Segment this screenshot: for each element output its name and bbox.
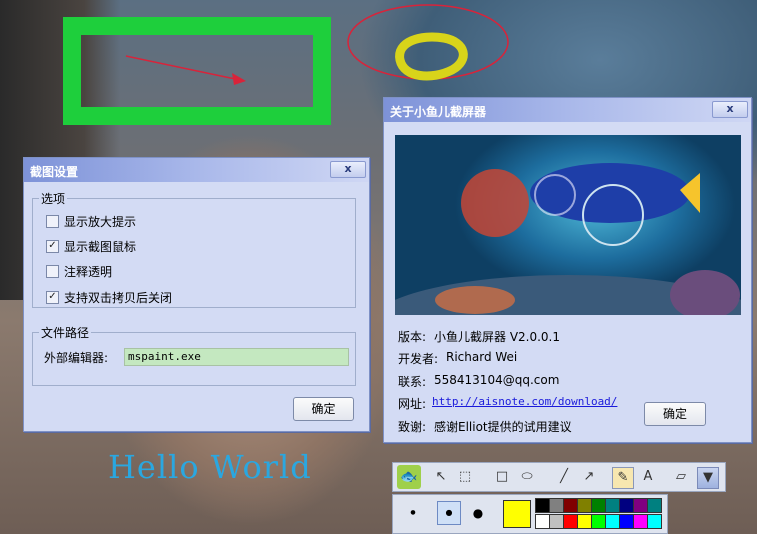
editor-path-input[interactable]: mspaint.exe — [124, 348, 349, 366]
editor-label: 外部编辑器: — [44, 351, 109, 365]
option-label-show-cursor: 显示截图鼠标 — [64, 240, 137, 254]
ellipse-icon[interactable]: ⬭ — [517, 467, 537, 487]
color-swatch[interactable] — [549, 498, 564, 513]
settings-ok-button[interactable]: 确定 — [293, 397, 354, 421]
pointer-icon[interactable]: ↖ — [431, 467, 451, 487]
annotation-red-ellipse — [347, 4, 509, 80]
about-ok-button[interactable]: 确定 — [644, 402, 706, 426]
select-icon[interactable]: ⬚ — [455, 467, 475, 487]
developer-label: 开发者: — [398, 352, 439, 366]
app-logo-icon: 🐟 — [397, 465, 421, 489]
options-legend: 选项 — [41, 192, 66, 206]
developer-value: Richard Wei — [446, 350, 518, 364]
thanks-label: 致谢: — [398, 420, 427, 434]
color-swatch[interactable] — [535, 514, 550, 529]
blue-fish-tail — [680, 173, 700, 213]
option-checkbox-show-cursor[interactable]: ✓ — [46, 240, 59, 253]
thanks-value: 感谢Elliot提供的试用建议 — [434, 420, 572, 434]
about-banner-image — [395, 135, 741, 315]
color-swatch[interactable] — [577, 498, 592, 513]
fish-illustration — [395, 163, 741, 315]
hello-world-text: Hello World — [108, 448, 312, 486]
text-icon[interactable]: A — [638, 467, 658, 487]
brush-size-small[interactable]: ● — [408, 508, 418, 518]
color-swatch[interactable] — [633, 498, 648, 513]
annotation-toolbar: 🐟 ↖ ⬚ □ ⬭ ╱ ↗ ✎ A ▱ ▼ — [392, 462, 726, 492]
settings-close-button[interactable]: x — [330, 161, 366, 178]
file-path-legend: 文件路径 — [41, 326, 90, 340]
color-swatch[interactable] — [619, 514, 634, 529]
color-swatch[interactable] — [535, 498, 550, 513]
color-swatch[interactable] — [591, 498, 606, 513]
color-swatch[interactable] — [605, 514, 620, 529]
settings-title: 截图设置 — [30, 165, 79, 179]
settings-titlebar[interactable]: 截图设置 x — [24, 158, 369, 182]
rectangle-icon[interactable]: □ — [492, 467, 512, 487]
current-color-swatch[interactable] — [503, 500, 531, 528]
coral-left — [435, 286, 515, 314]
about-titlebar[interactable]: 关于小鱼儿截屏器 x — [384, 98, 751, 122]
version-value: 小鱼儿截屏器 V2.0.0.1 — [434, 330, 561, 344]
color-swatch[interactable] — [577, 514, 592, 529]
about-window: 关于小鱼儿截屏器 x 版本: 小鱼儿截屏器 V2.0.0.1 开发者: Rich… — [383, 97, 752, 443]
option-label-transparent: 注释透明 — [64, 265, 113, 279]
option-checkbox-transparent[interactable] — [46, 265, 59, 278]
website-link[interactable]: http://aisnote.com/download/ — [432, 395, 617, 408]
brush-size-large[interactable]: ● — [471, 506, 485, 520]
color-grid — [535, 498, 663, 530]
website-label: 网址: — [398, 397, 427, 411]
option-checkbox-magnify[interactable] — [46, 215, 59, 228]
option-label-magnify: 显示放大提示 — [64, 215, 137, 229]
color-swatch[interactable] — [563, 498, 578, 513]
color-swatch[interactable] — [633, 514, 648, 529]
color-swatch[interactable] — [619, 498, 634, 513]
annotation-yellow-scribble — [395, 32, 468, 81]
eraser-icon[interactable]: ▱ — [671, 467, 691, 487]
option-label-double-click-close: 支持双击拷贝后关闭 — [64, 291, 173, 305]
color-swatch[interactable] — [647, 498, 662, 513]
about-title: 关于小鱼儿截屏器 — [390, 105, 487, 119]
color-swatch[interactable] — [563, 514, 578, 529]
contact-value: 558413104@qq.com — [434, 373, 560, 387]
arrow-icon[interactable]: ↗ — [579, 467, 599, 487]
pencil-icon[interactable]: ✎ — [612, 467, 634, 489]
color-swatch[interactable] — [549, 514, 564, 529]
option-checkbox-double-click-close[interactable]: ✓ — [46, 291, 59, 304]
about-close-button[interactable]: x — [712, 101, 748, 118]
dropdown-icon[interactable]: ▼ — [697, 467, 719, 489]
annotation-red-arrow-head — [232, 73, 246, 85]
color-swatch[interactable] — [647, 514, 662, 529]
line-icon[interactable]: ╱ — [554, 467, 574, 487]
palette-toolbar: ● ● ● — [392, 494, 668, 534]
coral-right — [670, 270, 740, 315]
color-swatch[interactable] — [605, 498, 620, 513]
version-label: 版本: — [398, 330, 427, 344]
red-bubble — [461, 169, 529, 237]
color-swatch[interactable] — [591, 514, 606, 529]
annotation-red-arrow-line — [125, 55, 241, 81]
brush-size-medium[interactable]: ● — [437, 501, 461, 525]
settings-window: 截图设置 x 选项 显示放大提示 ✓ 显示截图鼠标 注释透明 ✓ 支持双击拷贝后… — [23, 157, 370, 432]
contact-label: 联系: — [398, 375, 427, 389]
